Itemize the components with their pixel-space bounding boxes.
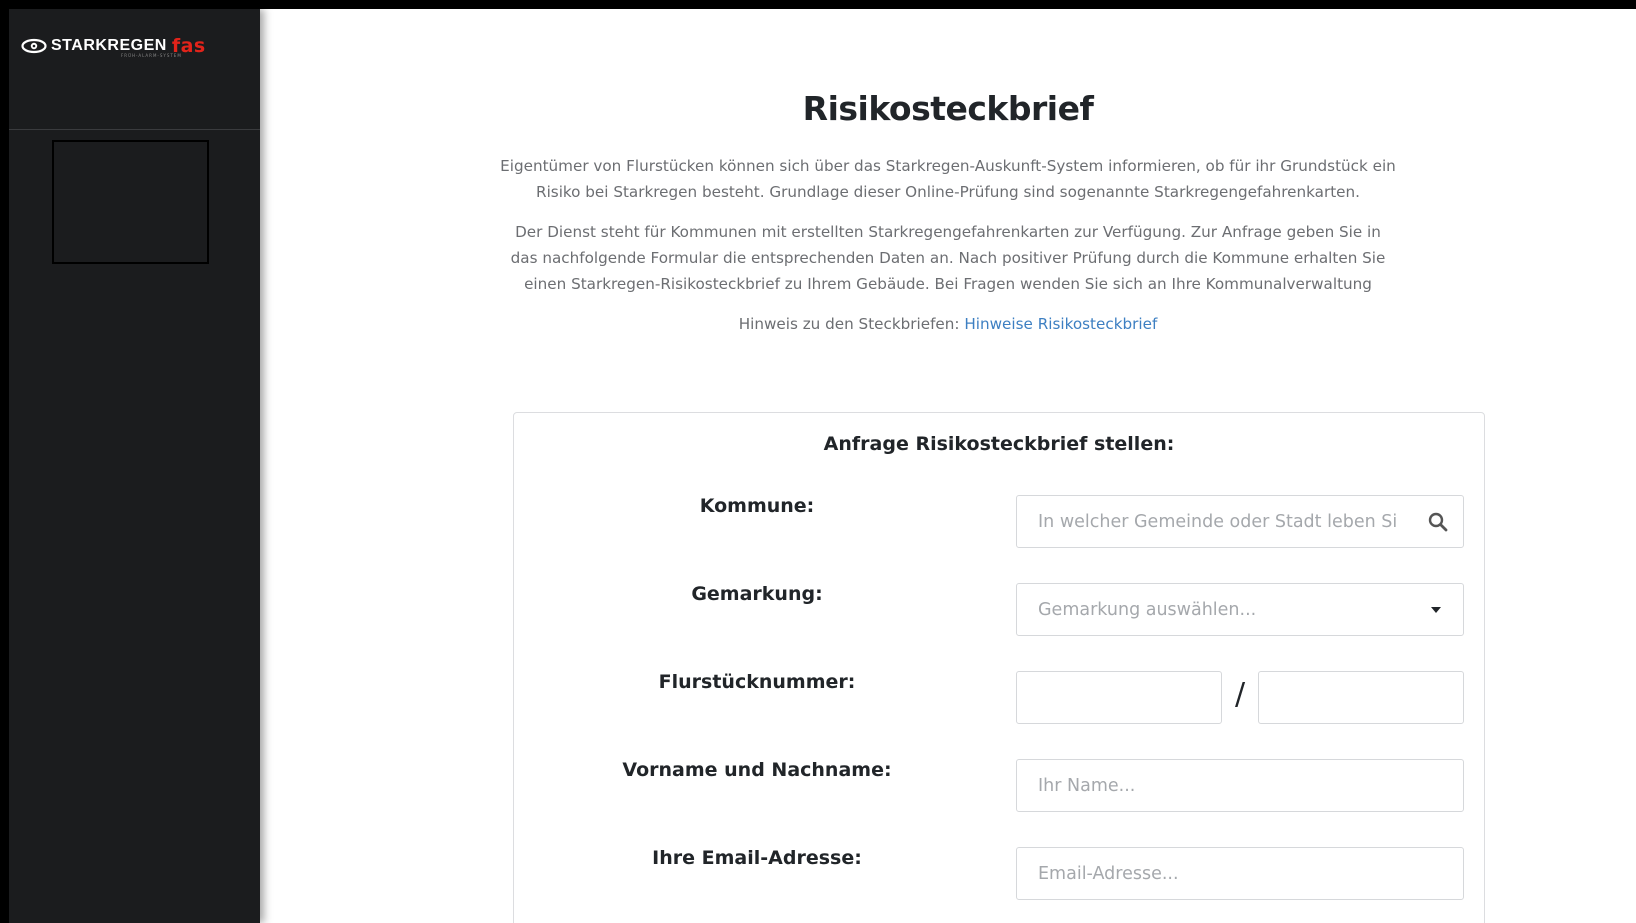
intro-paragraph-2: Der Dienst steht für Kommunen mit erstel… [510,223,1386,293]
page-title: Risikosteckbrief [802,89,1094,128]
eye-icon [21,38,47,54]
hint-link[interactable]: Hinweise Risikosteckbrief [964,315,1157,333]
form-title: Anfrage Risikosteckbrief stellen: [823,433,1175,455]
email-input[interactable] [1017,848,1463,899]
main-content: Risikosteckbrief Eigentümer von Flurstüc… [260,9,1636,923]
hint-line: Hinweis zu den Steckbriefen: Hinweise Ri… [260,311,1636,337]
app-frame: STARKREGEN fas FRÜH-ALARM-SYSTEM Risikos… [9,9,1636,923]
sidebar: STARKREGEN fas FRÜH-ALARM-SYSTEM [9,9,260,923]
email-label: Ihre Email-Adresse: [652,847,862,869]
kommune-search-field[interactable] [1016,495,1464,548]
name-label: Vorname und Nachname: [622,759,892,781]
kommune-label: Kommune: [699,495,815,517]
name-field[interactable] [1016,759,1464,812]
flurstueck-input-2[interactable] [1259,672,1463,723]
sidebar-divider [9,129,260,130]
gemarkung-select[interactable]: Gemarkung auswählen... [1016,583,1464,636]
email-field[interactable] [1016,847,1464,900]
kommune-input[interactable] [1017,496,1428,547]
name-input[interactable] [1017,760,1463,811]
flurstueck-separator: / [1234,677,1246,712]
gemarkung-placeholder: Gemarkung auswählen... [1038,599,1257,620]
chevron-down-icon[interactable] [1431,606,1441,613]
intro-paragraph-1: Eigentümer von Flurstücken können sich ü… [500,157,1396,201]
flurstueck-label: Flurstücknummer: [658,671,856,693]
request-form-card: Anfrage Risikosteckbrief stellen: Kommun… [513,412,1485,923]
hint-prefix: Hinweis zu den Steckbriefen: [738,315,965,333]
flurstueck-field-1[interactable] [1016,671,1222,724]
search-icon[interactable] [1428,512,1448,532]
flurstueck-input-1[interactable] [1017,672,1221,723]
gemarkung-label: Gemarkung: [691,583,823,605]
logo-subtitle: FRÜH-ALARM-SYSTEM [121,53,182,58]
sidebar-image-placeholder [52,140,209,264]
flurstueck-field-2[interactable] [1258,671,1464,724]
